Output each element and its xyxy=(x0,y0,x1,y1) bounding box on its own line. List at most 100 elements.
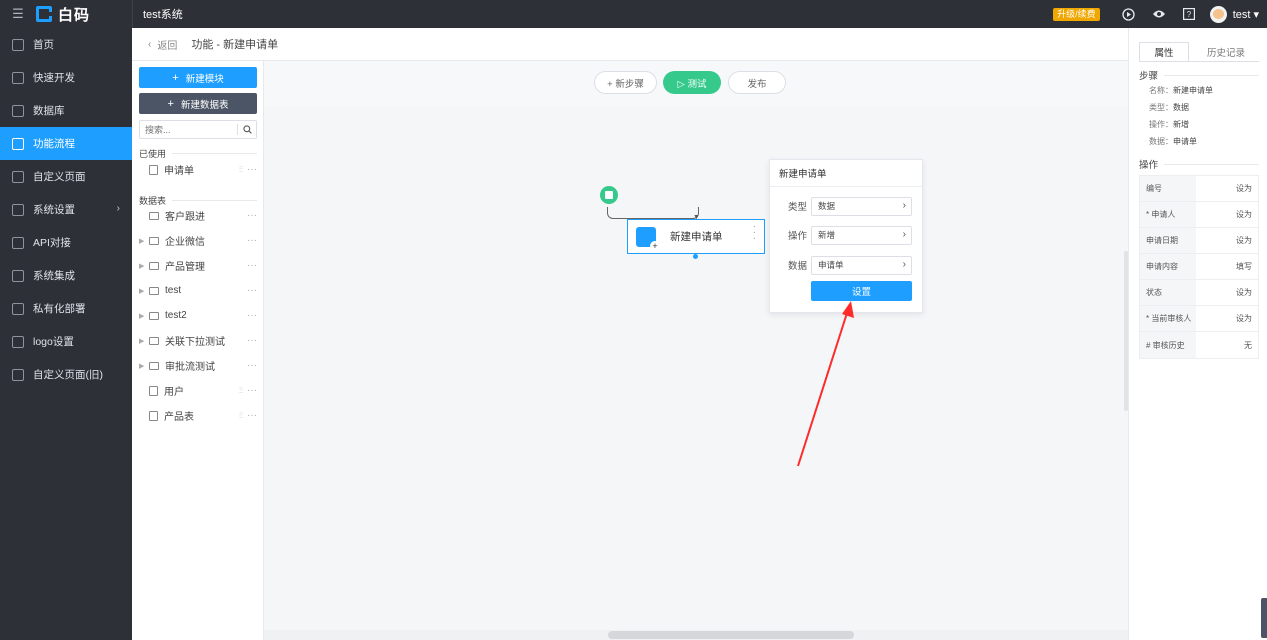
tree-item[interactable]: ▶ test ··· xyxy=(132,278,263,303)
sidebar: 首页 快速开发 数据库 功能流程 自定义页面 系统设置 › API对接 系统集成 … xyxy=(0,28,132,640)
more-icon[interactable]: ··· xyxy=(247,235,257,246)
cube-icon xyxy=(12,71,24,84)
table-row[interactable]: # 审核历史无 xyxy=(1140,332,1258,358)
field-action[interactable]: 设为 xyxy=(1196,202,1258,227)
ops-section-label: 操作 xyxy=(1139,157,1259,171)
sidebar-item-integration[interactable]: 系统集成 xyxy=(0,259,132,292)
tree-item-label: 用户 xyxy=(164,387,184,398)
caret-right-icon[interactable]: ▶ xyxy=(139,337,149,345)
tree-item[interactable]: ▶ test2 ··· xyxy=(132,303,263,328)
field-action[interactable]: 设为 xyxy=(1196,228,1258,253)
sidebar-item-database[interactable]: 数据库 xyxy=(0,94,132,127)
more-icon[interactable]: ··· xyxy=(247,260,257,271)
back-button[interactable]: ‹ 返回 xyxy=(148,37,177,52)
caret-right-icon[interactable]: ▶ xyxy=(139,362,149,370)
sidebar-item-custom-page-old[interactable]: 自定义页面(旧) xyxy=(0,358,132,391)
sidebar-item-system-settings[interactable]: 系统设置 › xyxy=(0,193,132,226)
sidebar-item-label: 系统集成 xyxy=(33,270,75,282)
table-icon xyxy=(149,164,158,175)
tree-item-label: 客户跟进 xyxy=(165,212,205,223)
sidebar-item-label: 系统设置 xyxy=(33,204,75,216)
sidebar-item-private-deploy[interactable]: 私有化部署 xyxy=(0,292,132,325)
tree-item[interactable]: 用户 ⫶⫶ ··· xyxy=(132,378,263,403)
used-item-application[interactable]: 申请单 ⫶⫶ ··· xyxy=(132,157,263,182)
new-table-label: 新建数据表 xyxy=(180,99,229,111)
field-action[interactable]: 设为 xyxy=(1196,280,1258,305)
more-icon[interactable]: ··· xyxy=(247,410,257,421)
folder-icon xyxy=(149,211,159,220)
new-module-button[interactable]: + 新建模块 xyxy=(139,67,257,88)
field-action[interactable]: 设为 xyxy=(1196,306,1258,331)
play-icon[interactable] xyxy=(1114,0,1144,28)
upgrade-badge[interactable]: 升级/续费 xyxy=(1053,7,1100,21)
new-table-button[interactable]: + 新建数据表 xyxy=(139,93,257,114)
tree-item[interactable]: 客户跟进 ··· xyxy=(132,203,263,228)
user-menu[interactable]: test ▾ xyxy=(1233,8,1259,21)
sidebar-item-function-flow[interactable]: 功能流程 xyxy=(0,127,132,160)
scrollbar-thumb[interactable] xyxy=(608,631,854,639)
tab-history[interactable]: 历史记录 xyxy=(1201,42,1251,62)
sidebar-item-logo-settings[interactable]: logo设置 xyxy=(0,325,132,358)
tree-item[interactable]: ▶ 审批流测试 ··· xyxy=(132,353,263,378)
tree-item[interactable]: ▶ 企业微信 ··· xyxy=(132,228,263,253)
caret-right-icon[interactable]: ▶ xyxy=(139,312,149,320)
table-row[interactable]: 编号 设为 xyxy=(1140,176,1258,202)
tree-item-label: 产品表 xyxy=(164,412,194,423)
field-name: * 当前审核人 xyxy=(1140,306,1196,331)
more-icon[interactable]: ··· xyxy=(247,210,257,221)
sidebar-item-api[interactable]: API对接 xyxy=(0,226,132,259)
svg-text:?: ? xyxy=(1186,10,1191,19)
sidebar-item-label: 功能流程 xyxy=(33,138,75,150)
tree-item-label: 产品管理 xyxy=(165,262,205,273)
sidebar-item-home[interactable]: 首页 xyxy=(0,28,132,61)
more-icon[interactable]: ··· xyxy=(247,310,257,321)
eye-icon[interactable] xyxy=(1144,0,1174,28)
side-drawer-handle[interactable] xyxy=(1261,598,1267,638)
settings-icon[interactable]: ⫶⫶ xyxy=(239,411,243,421)
plus-icon: + xyxy=(167,97,174,110)
table-row[interactable]: * 申请人 设为 xyxy=(1140,202,1258,228)
more-icon[interactable]: ··· xyxy=(247,335,257,346)
table-row[interactable]: * 当前审核人 设为 xyxy=(1140,306,1258,332)
search-icon[interactable] xyxy=(238,125,256,134)
caret-right-icon[interactable]: ▶ xyxy=(139,262,149,270)
sidebar-item-custom-page[interactable]: 自定义页面 xyxy=(0,160,132,193)
field-name: # 审核历史 xyxy=(1140,332,1196,358)
search-input[interactable] xyxy=(140,124,237,135)
more-icon[interactable]: ··· xyxy=(247,164,257,175)
field-action[interactable]: 填写 xyxy=(1196,254,1258,279)
field-action[interactable]: 设为 xyxy=(1196,176,1258,201)
table-row[interactable]: 申请内容 填写 xyxy=(1140,254,1258,280)
user-name: test xyxy=(1232,8,1251,21)
more-icon[interactable]: ··· xyxy=(247,360,257,371)
settings-icon[interactable]: ⫶⫶ xyxy=(239,386,243,396)
caret-right-icon[interactable]: ▶ xyxy=(139,287,149,295)
folder-icon xyxy=(149,361,159,370)
prop-value: 数据 xyxy=(1173,103,1189,112)
sidebar-item-label: 私有化部署 xyxy=(33,303,86,315)
avatar[interactable] xyxy=(1209,5,1227,23)
more-icon[interactable]: ··· xyxy=(247,385,257,396)
tree-item[interactable]: ▶ 关联下拉测试 ··· xyxy=(132,328,263,353)
field-action[interactable]: 无 xyxy=(1196,332,1258,358)
tree-item-label: 企业微信 xyxy=(165,237,205,248)
menu-toggle-icon[interactable]: ☰ xyxy=(0,0,36,28)
flow-icon xyxy=(12,137,24,150)
more-icon[interactable]: ··· xyxy=(247,285,257,296)
caret-right-icon[interactable]: ▶ xyxy=(139,237,149,245)
folder-icon xyxy=(149,286,159,295)
tree-item[interactable]: 产品表 ⫶⫶ ··· xyxy=(132,403,263,428)
settings-icon[interactable]: ⫶⫶ xyxy=(239,165,243,175)
table-row[interactable]: 申请日期 设为 xyxy=(1140,228,1258,254)
help-icon[interactable]: ? xyxy=(1174,0,1204,28)
integration-icon xyxy=(12,269,24,282)
step-prop-operation: 操作：新增 xyxy=(1149,119,1189,130)
table-row[interactable]: 状态 设为 xyxy=(1140,280,1258,306)
tree-item[interactable]: ▶ 产品管理 ··· xyxy=(132,253,263,278)
field-name: 申请日期 xyxy=(1140,228,1196,253)
divider xyxy=(1139,61,1259,62)
sidebar-item-quick-dev[interactable]: 快速开发 xyxy=(0,61,132,94)
horizontal-scrollbar[interactable] xyxy=(264,630,1128,640)
prop-key: 数据： xyxy=(1149,137,1173,146)
tab-properties[interactable]: 属性 xyxy=(1139,42,1189,62)
